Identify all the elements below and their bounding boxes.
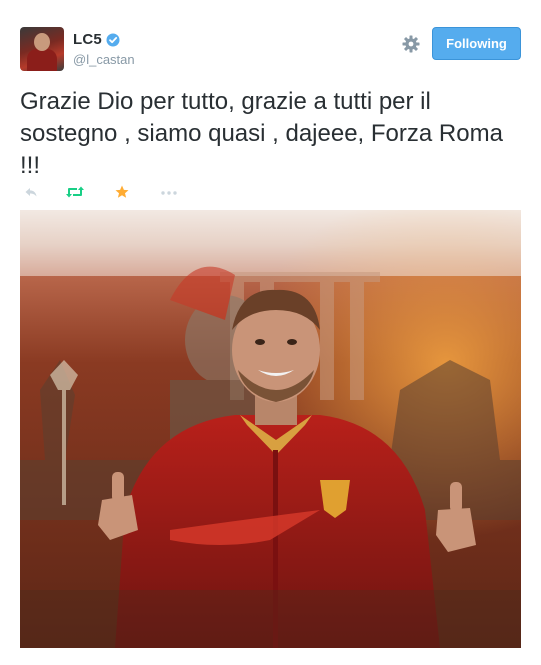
display-name[interactable]: LC5 bbox=[73, 31, 102, 48]
following-button[interactable]: Following bbox=[432, 27, 521, 60]
gear-icon[interactable] bbox=[402, 35, 420, 53]
more-icon[interactable] bbox=[160, 183, 178, 201]
retweet-icon[interactable] bbox=[65, 183, 85, 201]
tweet-photo[interactable] bbox=[20, 210, 521, 648]
favorite-icon[interactable] bbox=[114, 183, 130, 201]
tweet-text: Grazie Dio per tutto, grazie a tutti per… bbox=[20, 88, 503, 179]
verified-badge-icon bbox=[106, 33, 120, 46]
tweet-card: LC5 @l_castan Following Grazie Dio per t… bbox=[0, 0, 541, 665]
reply-icon[interactable] bbox=[24, 183, 38, 201]
avatar[interactable] bbox=[20, 27, 64, 71]
photo-illustration bbox=[20, 210, 521, 648]
user-handle[interactable]: @l_castan bbox=[73, 52, 135, 67]
user-name-row[interactable]: LC5 bbox=[73, 31, 120, 48]
